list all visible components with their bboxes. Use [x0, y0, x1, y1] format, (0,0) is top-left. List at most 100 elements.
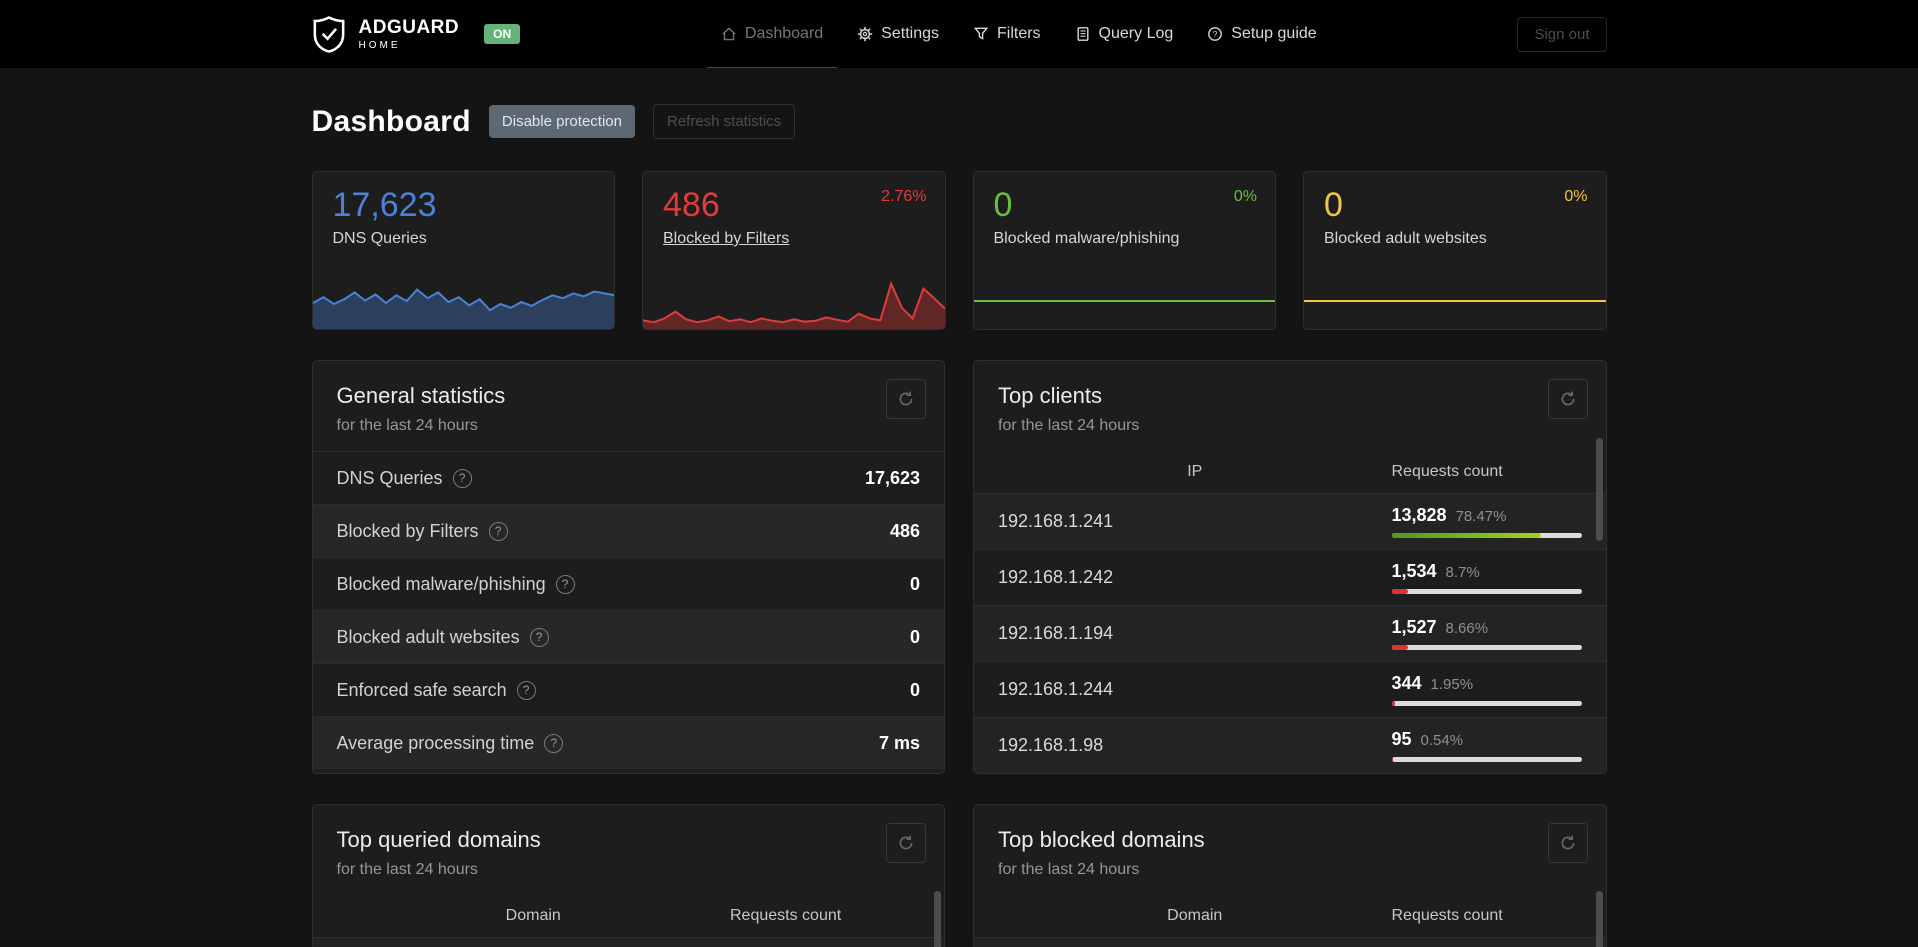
table-row: api.entur.io 5,45030.93%: [312, 937, 944, 947]
column-header-requests: Requests count: [730, 907, 842, 924]
top-queried-domains-card: Top queried domains for the last 24 hour…: [311, 804, 945, 947]
request-percent: 8.66%: [1445, 620, 1489, 637]
top-clients-table: 192.168.1.241 13,828 78.47% 192.168.1.242…: [974, 493, 1606, 773]
dashboard-page: Dashboard Disable protection Refresh sta…: [311, 104, 1607, 947]
help-icon[interactable]: ?: [452, 468, 472, 488]
help-icon[interactable]: ?: [516, 680, 536, 700]
refresh-card-button[interactable]: [1547, 379, 1588, 419]
svg-text:?: ?: [1213, 29, 1218, 39]
adguard-shield-logo-icon: [312, 15, 346, 53]
refresh-card-button[interactable]: [886, 379, 926, 419]
scrollbar-thumb[interactable]: [1595, 891, 1603, 947]
help-icon[interactable]: ?: [488, 521, 508, 541]
progress-bar: [1391, 701, 1582, 706]
top-clients-card: Top clients for the last 24 hours IP Req…: [973, 360, 1607, 774]
client-ip[interactable]: 192.168.1.244: [998, 679, 1392, 700]
table-header: Domain Requests count: [974, 895, 1606, 937]
stat-row: Blocked by Filters? 486: [312, 504, 944, 557]
blocked-adult-flatline: [1304, 300, 1606, 302]
blocked-filters-sparkline: [642, 273, 945, 329]
table-row: 192.168.1.98 95 0.54%: [974, 717, 1606, 773]
nav-label: Dashboard: [744, 24, 824, 42]
client-ip[interactable]: 192.168.1.194: [998, 623, 1392, 644]
stat-label: Blocked malware/phishing: [993, 230, 1180, 247]
stat-row: Blocked malware/phishing? 0: [312, 557, 944, 610]
stat-percent: 0%: [1233, 188, 1257, 205]
general-statistics-card: General statistics for the last 24 hours…: [311, 360, 945, 774]
nav-setup-guide[interactable]: ? Setup guide: [1193, 0, 1330, 68]
top-queried-table: api.entur.io 5,45030.93%: [312, 937, 944, 947]
protection-on-badge: ON: [484, 24, 521, 44]
request-count: 13,828: [1391, 505, 1447, 525]
request-count: 95: [1391, 729, 1412, 749]
stat-value: 0: [993, 186, 1013, 224]
refresh-card-button[interactable]: [1547, 823, 1588, 863]
card-title: Top blocked domains: [998, 827, 1205, 852]
gear-icon: [857, 26, 873, 42]
nav-label: Settings: [881, 25, 939, 42]
stat-row: Blocked adult websites? 0: [312, 610, 944, 663]
nav-query-log[interactable]: Query Log: [1061, 0, 1188, 68]
stat-card-dns-queries: 17,623 DNS Queries: [311, 171, 615, 330]
blocked-by-filters-link[interactable]: Blocked by Filters: [663, 230, 789, 248]
nav-filters[interactable]: Filters: [959, 0, 1055, 68]
stat-label: Blocked adult websites: [1324, 230, 1487, 247]
row-value: 17,623: [864, 467, 920, 488]
page-title: Dashboard: [311, 104, 471, 138]
column-header-requests: Requests count: [1391, 463, 1503, 480]
row-value: 0: [909, 573, 920, 594]
client-ip[interactable]: 192.168.1.98: [998, 735, 1392, 756]
stat-percent: 2.76%: [881, 188, 927, 205]
dns-queries-sparkline: [312, 273, 615, 329]
row-label: Average processing time: [336, 732, 535, 753]
nav-label: Setup guide: [1231, 25, 1317, 42]
row-label: Blocked adult websites: [336, 626, 520, 647]
progress-bar: [1391, 589, 1582, 594]
request-percent: 0.54%: [1420, 732, 1464, 749]
document-icon: [1075, 26, 1091, 42]
request-percent: 78.47%: [1455, 508, 1507, 525]
row-label: Blocked by Filters: [336, 520, 479, 541]
request-percent: 8.7%: [1445, 564, 1480, 581]
refresh-card-button[interactable]: [886, 823, 926, 863]
stat-row: Average processing time? 7 ms: [312, 716, 944, 769]
help-icon[interactable]: ?: [529, 627, 549, 647]
refresh-statistics-button[interactable]: Refresh statistics: [652, 104, 796, 139]
request-percent: 1.95%: [1430, 676, 1474, 693]
client-ip[interactable]: 192.168.1.241: [998, 511, 1392, 532]
stat-row: DNS Queries? 17,623: [312, 451, 944, 504]
nav-label: Query Log: [1098, 25, 1174, 42]
sign-out-button[interactable]: Sign out: [1517, 16, 1607, 52]
nav-settings[interactable]: Settings: [843, 0, 953, 68]
client-ip[interactable]: 192.168.1.242: [998, 567, 1392, 588]
brand-name: ADGUARD: [358, 16, 460, 38]
filter-funnel-icon: [973, 26, 989, 42]
refresh-icon: [897, 834, 915, 852]
stat-percent: 0%: [1564, 188, 1588, 205]
row-value: 486: [889, 520, 920, 541]
brand-text: ADGUARD HOME: [359, 18, 460, 51]
disable-protection-button[interactable]: Disable protection: [488, 105, 635, 138]
blocked-malware-flatline: [973, 300, 1275, 302]
main-nav: Dashboard Settings Filters Query Log ? S…: [520, 0, 1517, 68]
card-title: General statistics: [336, 383, 506, 408]
scrollbar-thumb[interactable]: [1595, 438, 1603, 541]
stat-value: 17,623: [332, 186, 437, 224]
column-header-requests: Requests count: [1391, 907, 1503, 924]
column-header-ip: IP: [1187, 463, 1203, 480]
refresh-icon: [1559, 390, 1577, 408]
top-bar: ADGUARD HOME ON Dashboard Settings Filte…: [0, 0, 1918, 68]
nav-dashboard[interactable]: Dashboard: [706, 0, 838, 68]
stat-card-blocked-adult: 0 0% Blocked adult websites: [1303, 171, 1607, 330]
stat-value: 0: [1324, 186, 1343, 224]
scrollbar-thumb[interactable]: [934, 891, 941, 947]
table-row: 192.168.1.194 1,527 8.66%: [974, 605, 1606, 661]
table-row: 192.168.1.244 344 1.95%: [974, 661, 1606, 717]
top-blocked-table: vortex.data.microsoft.com 9519.55%: [974, 937, 1606, 947]
table-row: 192.168.1.241 13,828 78.47%: [974, 493, 1606, 549]
row-label: Enforced safe search: [336, 679, 507, 700]
stat-card-blocked-malware: 0 0% Blocked malware/phishing: [972, 171, 1276, 330]
help-icon[interactable]: ?: [555, 574, 575, 594]
stat-cards: 17,623 DNS Queries 486 2.76% Blocked by …: [311, 171, 1607, 330]
help-icon[interactable]: ?: [544, 733, 564, 753]
